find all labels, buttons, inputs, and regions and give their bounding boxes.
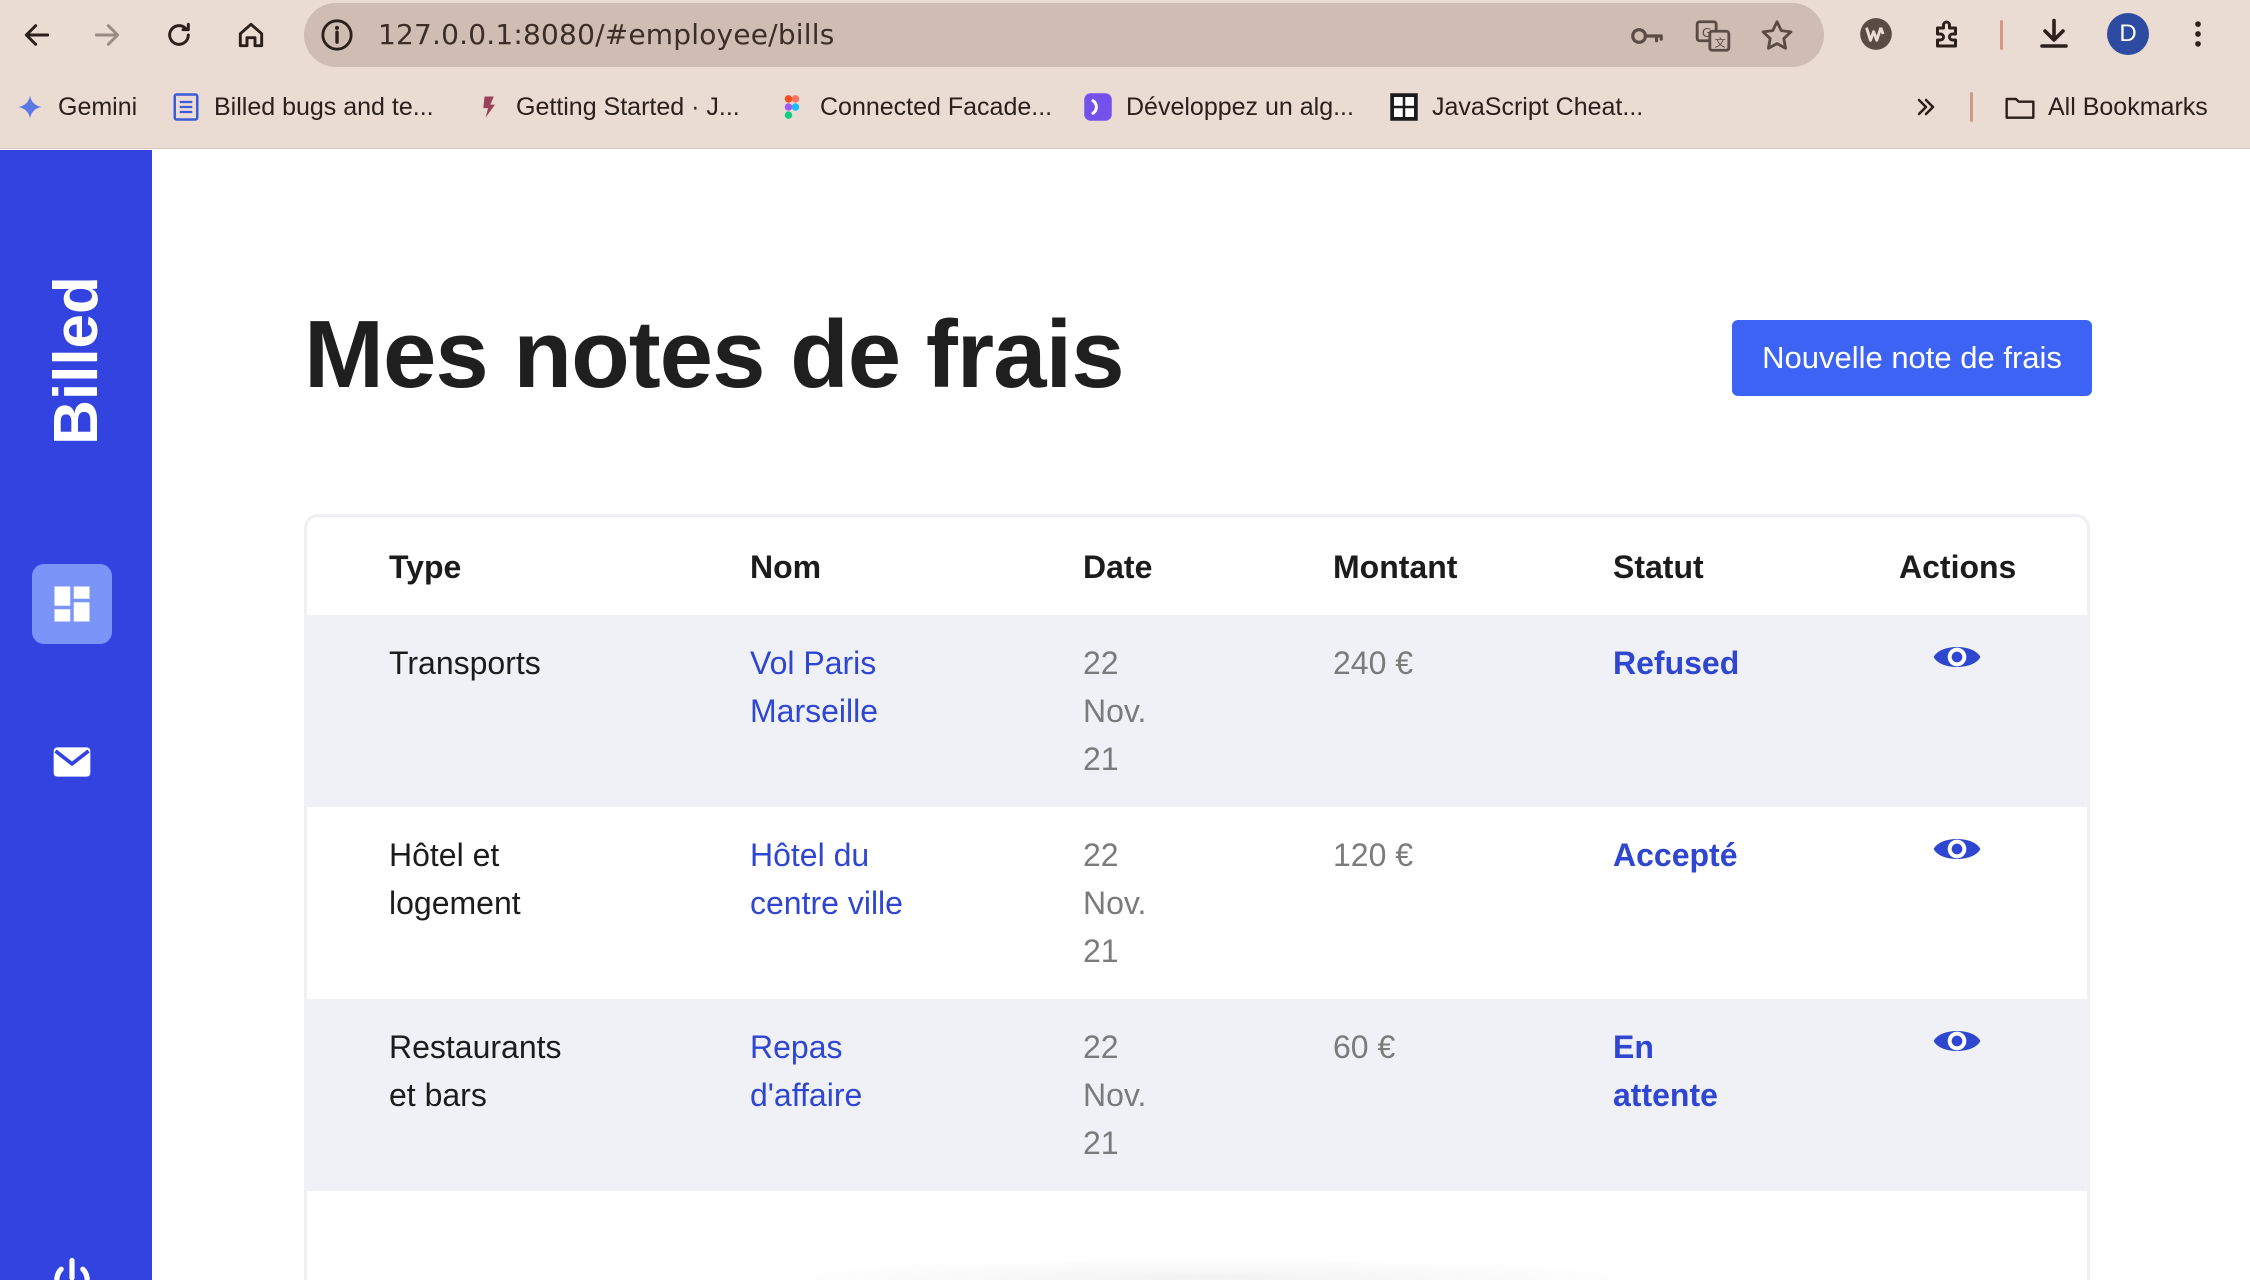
cheatsheet-icon — [1388, 91, 1420, 123]
jest-icon — [472, 91, 504, 123]
bookmarks-separator — [1970, 92, 1973, 122]
figma-icon — [776, 91, 808, 123]
cell-amount: 240 € — [1333, 645, 1414, 681]
column-header-date: Date — [1083, 549, 1153, 585]
bookmark-label: Connected Facade... — [820, 92, 1053, 121]
cell-name-link[interactable]: Hôtel du centre ville — [750, 831, 903, 927]
all-bookmarks-button[interactable]: All Bookmarks — [2004, 84, 2208, 130]
cell-amount: 60 € — [1333, 1029, 1396, 1065]
status-badge: Refused — [1613, 645, 1740, 681]
url-text[interactable]: 127.0.0.1:8080/#employee/bills — [378, 3, 835, 67]
power-icon — [54, 1257, 90, 1280]
download-icon — [2040, 18, 2068, 48]
column-header-type: Type — [389, 549, 462, 585]
star-icon[interactable] — [1758, 17, 1796, 55]
all-bookmarks-label: All Bookmarks — [2048, 92, 2208, 121]
sidebar: Billed — [0, 150, 152, 1280]
cell-date: 22 Nov. 21 — [1083, 1029, 1147, 1161]
column-header-amount: Montant — [1333, 549, 1458, 585]
forward-button[interactable] — [84, 12, 130, 58]
table-row: Hôtel et logement Hôtel du centre ville … — [307, 807, 2087, 999]
home-button[interactable] — [228, 12, 274, 58]
back-button[interactable] — [14, 12, 60, 58]
cell-name-link[interactable]: Vol Paris Marseille — [750, 639, 878, 735]
site-info-icon[interactable] — [320, 18, 354, 52]
gemini-icon — [14, 91, 46, 123]
bookmark-item[interactable]: Gemini — [14, 84, 137, 130]
eye-icon[interactable] — [1932, 637, 1982, 677]
brand-logo: Billed — [34, 270, 118, 450]
table-row: Restaurants et bars Repas d'affaire 22 N… — [307, 999, 2087, 1191]
browser-chrome: 127.0.0.1:8080/#employee/bills G文 D Gemi… — [0, 0, 2250, 149]
sidebar-item-new-bill[interactable] — [32, 722, 112, 802]
kebab-menu-icon — [2195, 21, 2201, 47]
brand-name: Billed — [41, 275, 111, 445]
address-bar[interactable]: 127.0.0.1:8080/#employee/bills G文 — [304, 3, 1824, 67]
cell-type: Transports — [389, 645, 541, 681]
w-extension-icon — [1860, 18, 1892, 50]
arrow-right-icon — [94, 24, 120, 46]
logout-button[interactable] — [32, 1240, 112, 1280]
cell-type: Restaurants et bars — [389, 1029, 562, 1113]
status-badge: Accepté — [1613, 837, 1738, 873]
doc-icon — [170, 91, 202, 123]
extension-w-button[interactable] — [1854, 12, 1898, 56]
table-header: Type Nom Date Montant Statut Actions — [307, 517, 2087, 615]
cell-date: 22 Nov. 21 — [1083, 645, 1147, 777]
bookmarks-bar: Gemini Billed bugs and te... Getting Sta… — [0, 84, 2250, 130]
cell-date: 22 Nov. 21 — [1083, 837, 1147, 969]
browser-menu-button[interactable] — [2176, 12, 2220, 56]
bookmark-item[interactable]: Billed bugs and te... — [170, 84, 434, 130]
eye-icon[interactable] — [1932, 829, 1982, 869]
new-bill-button[interactable]: Nouvelle note de frais — [1732, 320, 2092, 396]
dashboard-icon — [54, 586, 90, 622]
main-content: Mes notes de frais Nouvelle note de frai… — [152, 150, 2250, 1280]
cell-name-link[interactable]: Repas d'affaire — [750, 1023, 862, 1119]
bookmark-item[interactable]: JavaScript Cheat... — [1388, 84, 1643, 130]
eye-icon[interactable] — [1932, 1021, 1982, 1061]
bookmark-item[interactable]: Connected Facade... — [776, 84, 1052, 130]
bills-table: Type Nom Date Montant Statut Actions Tra… — [304, 514, 2090, 1280]
column-header-actions: Actions — [1899, 549, 2017, 585]
modal-shadow — [750, 1258, 1670, 1280]
bookmark-label: Billed bugs and te... — [214, 92, 434, 121]
bookmark-label: Développez un alg... — [1126, 92, 1354, 121]
translate-icon[interactable]: G文 — [1694, 17, 1732, 55]
puzzle-icon — [1936, 20, 1957, 48]
reload-button[interactable] — [156, 12, 202, 58]
double-chevron-right-icon — [1917, 98, 1935, 116]
bookmarks-overflow-button[interactable] — [1912, 84, 1940, 130]
cell-type: Hôtel et logement — [389, 837, 521, 921]
column-header-status: Statut — [1613, 549, 1704, 585]
cell-amount: 120 € — [1333, 837, 1414, 873]
toolbar-separator — [2000, 20, 2003, 50]
svg-text:G: G — [1702, 25, 1712, 40]
home-icon — [238, 22, 264, 48]
reload-icon — [168, 22, 190, 46]
status-badge: En attente — [1613, 1029, 1718, 1113]
mail-icon — [53, 747, 91, 777]
key-icon[interactable] — [1628, 17, 1666, 55]
bookmark-item[interactable]: Développez un alg... — [1082, 84, 1354, 130]
column-header-name: Nom — [750, 549, 822, 585]
bookmark-label: JavaScript Cheat... — [1432, 92, 1644, 121]
svg-text:文: 文 — [1715, 35, 1726, 49]
openclassrooms-icon — [1082, 91, 1114, 123]
arrow-left-icon — [24, 24, 50, 46]
downloads-button[interactable] — [2032, 12, 2076, 56]
bookmark-item[interactable]: Getting Started · J... — [472, 84, 740, 130]
sidebar-item-bills[interactable] — [32, 564, 112, 644]
bookmark-label: Getting Started · J... — [516, 92, 740, 121]
table-row: Transports Vol Paris Marseille 22 Nov. 2… — [307, 615, 2087, 807]
bookmark-label: Gemini — [58, 92, 138, 121]
extensions-button[interactable] — [1926, 12, 1970, 56]
folder-icon — [2004, 91, 2036, 123]
page-title: Mes notes de frais — [304, 301, 1125, 408]
profile-avatar[interactable]: D — [2107, 13, 2149, 55]
